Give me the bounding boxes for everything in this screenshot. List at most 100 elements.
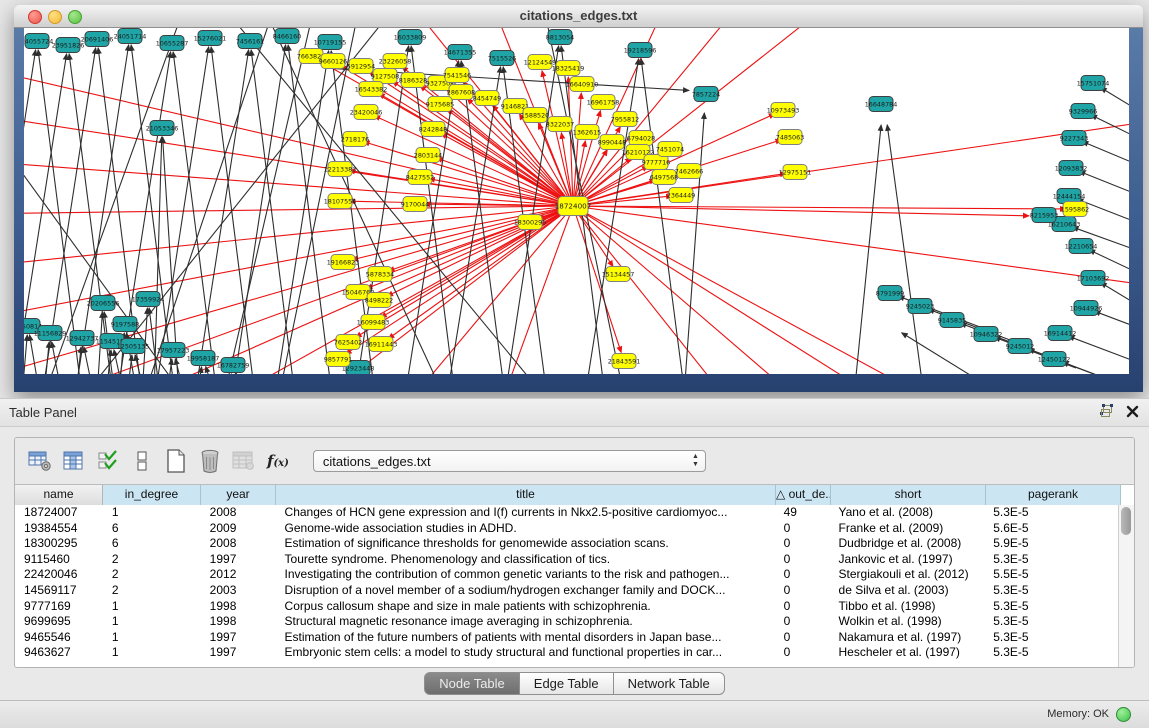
cited-node[interactable]: 7451074 <box>656 142 684 157</box>
graph-node[interactable]: 15751074 <box>1077 76 1110 91</box>
table-cell[interactable]: Tourette syndrome. Phenomenology and cla… <box>276 552 775 568</box>
table-cell[interactable]: Genome-wide association studies in ADHD. <box>276 521 775 537</box>
cited-node[interactable]: 18325419 <box>552 61 585 76</box>
close-panel-icon[interactable] <box>1126 405 1139 418</box>
cited-node[interactable]: 2803144 <box>414 148 442 163</box>
graph-node[interactable]: 24055724 <box>24 34 53 49</box>
table-cell[interactable]: Nakamura et al. (1997) <box>830 630 985 646</box>
table-cell[interactable]: Franke et al. (2009) <box>830 521 985 537</box>
table-cell[interactable]: 0 <box>775 583 830 599</box>
graph-node[interactable]: 17359924 <box>132 292 165 307</box>
table-row[interactable]: 969969511998Structural magnetic resonanc… <box>15 614 1119 630</box>
table-row[interactable]: 1938455462009Genome-wide association stu… <box>15 521 1119 537</box>
table-cell[interactable]: 5.9E-5 <box>984 536 1119 552</box>
float-window-icon[interactable] <box>1099 404 1114 418</box>
cited-node[interactable]: 7462666 <box>675 164 703 179</box>
cited-node[interactable]: 9660126 <box>319 54 347 69</box>
table-cell[interactable]: 2009 <box>201 521 276 537</box>
table-cell[interactable]: Wolkin et al. (1998) <box>830 614 985 630</box>
cited-node[interactable]: 16911443 <box>365 337 398 352</box>
table-cell[interactable]: 2 <box>103 583 201 599</box>
graph-node[interactable]: 11156829 <box>34 326 67 341</box>
cited-node[interactable]: 15134457 <box>602 267 635 282</box>
cited-node[interactable]: 8454749 <box>473 91 501 106</box>
memory-status-indicator[interactable] <box>1116 707 1131 722</box>
cited-node[interactable]: 23420046 <box>350 105 383 120</box>
table-cell[interactable]: 0 <box>775 552 830 568</box>
cited-node[interactable]: 8322037 <box>546 117 574 132</box>
network-graph-canvas[interactable]: 2405572423951826206914062405171410655287… <box>24 28 1129 374</box>
table-cell[interactable]: 9699695 <box>15 614 103 630</box>
cited-node[interactable]: 12213383 <box>324 162 357 177</box>
table-cell[interactable]: 0 <box>775 599 830 615</box>
graph-node[interactable]: 8813054 <box>546 30 574 45</box>
graph-node[interactable]: 16782759 <box>217 358 250 373</box>
table-cell[interactable]: 5.3E-5 <box>984 614 1119 630</box>
table-cell[interactable]: 1998 <box>201 614 276 630</box>
table-cell[interactable]: 14569117 <box>15 583 103 599</box>
table-cell[interactable]: Changes of HCN gene expression and I(f) … <box>276 505 775 521</box>
graph-node[interactable]: 12210654 <box>1065 239 1098 254</box>
table-cell[interactable]: 1 <box>103 630 201 646</box>
table-cell[interactable]: 9463627 <box>15 645 103 661</box>
cited-node[interactable]: 19166823 <box>327 255 360 270</box>
table-cell[interactable]: 0 <box>775 536 830 552</box>
tab-edge-table[interactable]: Edge Table <box>520 672 614 695</box>
table-cell[interactable]: Structural magnetic resonance image aver… <box>276 614 775 630</box>
column-header-in_degree[interactable]: in_degree <box>103 485 201 505</box>
table-cell[interactable]: 1997 <box>201 645 276 661</box>
table-cell[interactable]: 5.3E-5 <box>984 630 1119 646</box>
table-cell[interactable]: de Silva et al. (2003) <box>830 583 985 599</box>
cited-node[interactable]: 5878334 <box>366 267 394 282</box>
graph-node[interactable]: 17103692 <box>1077 271 1110 286</box>
table-cell[interactable]: 1997 <box>201 630 276 646</box>
table-row[interactable]: 946554611997Estimation of the future num… <box>15 630 1119 646</box>
cited-node[interactable]: 1595862 <box>1061 202 1089 217</box>
table-cell[interactable]: 19384554 <box>15 521 103 537</box>
cited-node[interactable]: 8242848 <box>419 122 447 137</box>
graph-node[interactable]: 20206556 <box>87 296 120 311</box>
scrollbar-thumb[interactable] <box>1121 507 1131 535</box>
graph-node[interactable]: 8215953 <box>1030 208 1058 223</box>
graph-node[interactable]: 8791999 <box>876 286 904 301</box>
table-cell[interactable]: 9465546 <box>15 630 103 646</box>
graph-node[interactable]: 17957223 <box>157 343 190 358</box>
cited-node[interactable]: 7485063 <box>776 130 804 145</box>
cited-node[interactable]: 2364449 <box>667 188 695 203</box>
graph-node[interactable]: 19958187 <box>187 351 220 366</box>
column-header-year[interactable]: year <box>201 485 276 505</box>
graph-node[interactable]: 16648784 <box>865 97 898 112</box>
cited-node[interactable]: 21843591 <box>608 354 641 369</box>
table-row[interactable]: 1872400712008Changes of HCN gene express… <box>15 505 1119 521</box>
table-cell[interactable]: 5.3E-5 <box>984 505 1119 521</box>
graph-node[interactable]: 14671355 <box>444 45 477 60</box>
table-cell[interactable]: Embryonic stem cells: a model to study s… <box>276 645 775 661</box>
table-cell[interactable]: 6 <box>103 536 201 552</box>
graph-node[interactable]: 12450122 <box>1038 352 1071 367</box>
table-cell[interactable]: 49 <box>775 505 830 521</box>
table-cell[interactable]: 2003 <box>201 583 276 599</box>
cited-node[interactable]: 12975151 <box>779 165 812 180</box>
function-builder-icon[interactable]: f(x) <box>267 452 289 470</box>
cited-node[interactable]: 16099483 <box>357 315 390 330</box>
table-row[interactable]: 946362711997Embryonic stem cells: a mode… <box>15 645 1119 661</box>
table-selector-dropdown[interactable]: citations_edges.txt ▲▼ <box>313 450 706 472</box>
tab-node-table[interactable]: Node Table <box>424 672 520 695</box>
table-cell[interactable]: 5.3E-5 <box>984 552 1119 568</box>
column-header-short[interactable]: short <box>831 485 986 505</box>
table-row[interactable]: 2242004622012Investigating the contribut… <box>15 567 1119 583</box>
select-rows-icon[interactable] <box>93 446 123 476</box>
cited-node[interactable]: 10973493 <box>767 103 800 118</box>
graph-node[interactable]: 12942737 <box>66 331 99 346</box>
column-settings-icon[interactable] <box>59 446 89 476</box>
cited-node[interactable]: 16640910 <box>566 77 599 92</box>
table-cell[interactable]: 18724007 <box>15 505 103 521</box>
table-cell[interactable]: 18300295 <box>15 536 103 552</box>
graph-node[interactable]: 10946322 <box>970 327 1003 342</box>
cited-node[interactable]: 23226058 <box>379 54 412 69</box>
graph-node[interactable]: 21053346 <box>146 121 179 136</box>
table-cell[interactable]: 5.3E-5 <box>984 599 1119 615</box>
table-cell[interactable]: Hescheler et al. (1997) <box>830 645 985 661</box>
graph-node[interactable]: 9245012 <box>1006 339 1034 354</box>
table-cell[interactable]: 2 <box>103 552 201 568</box>
